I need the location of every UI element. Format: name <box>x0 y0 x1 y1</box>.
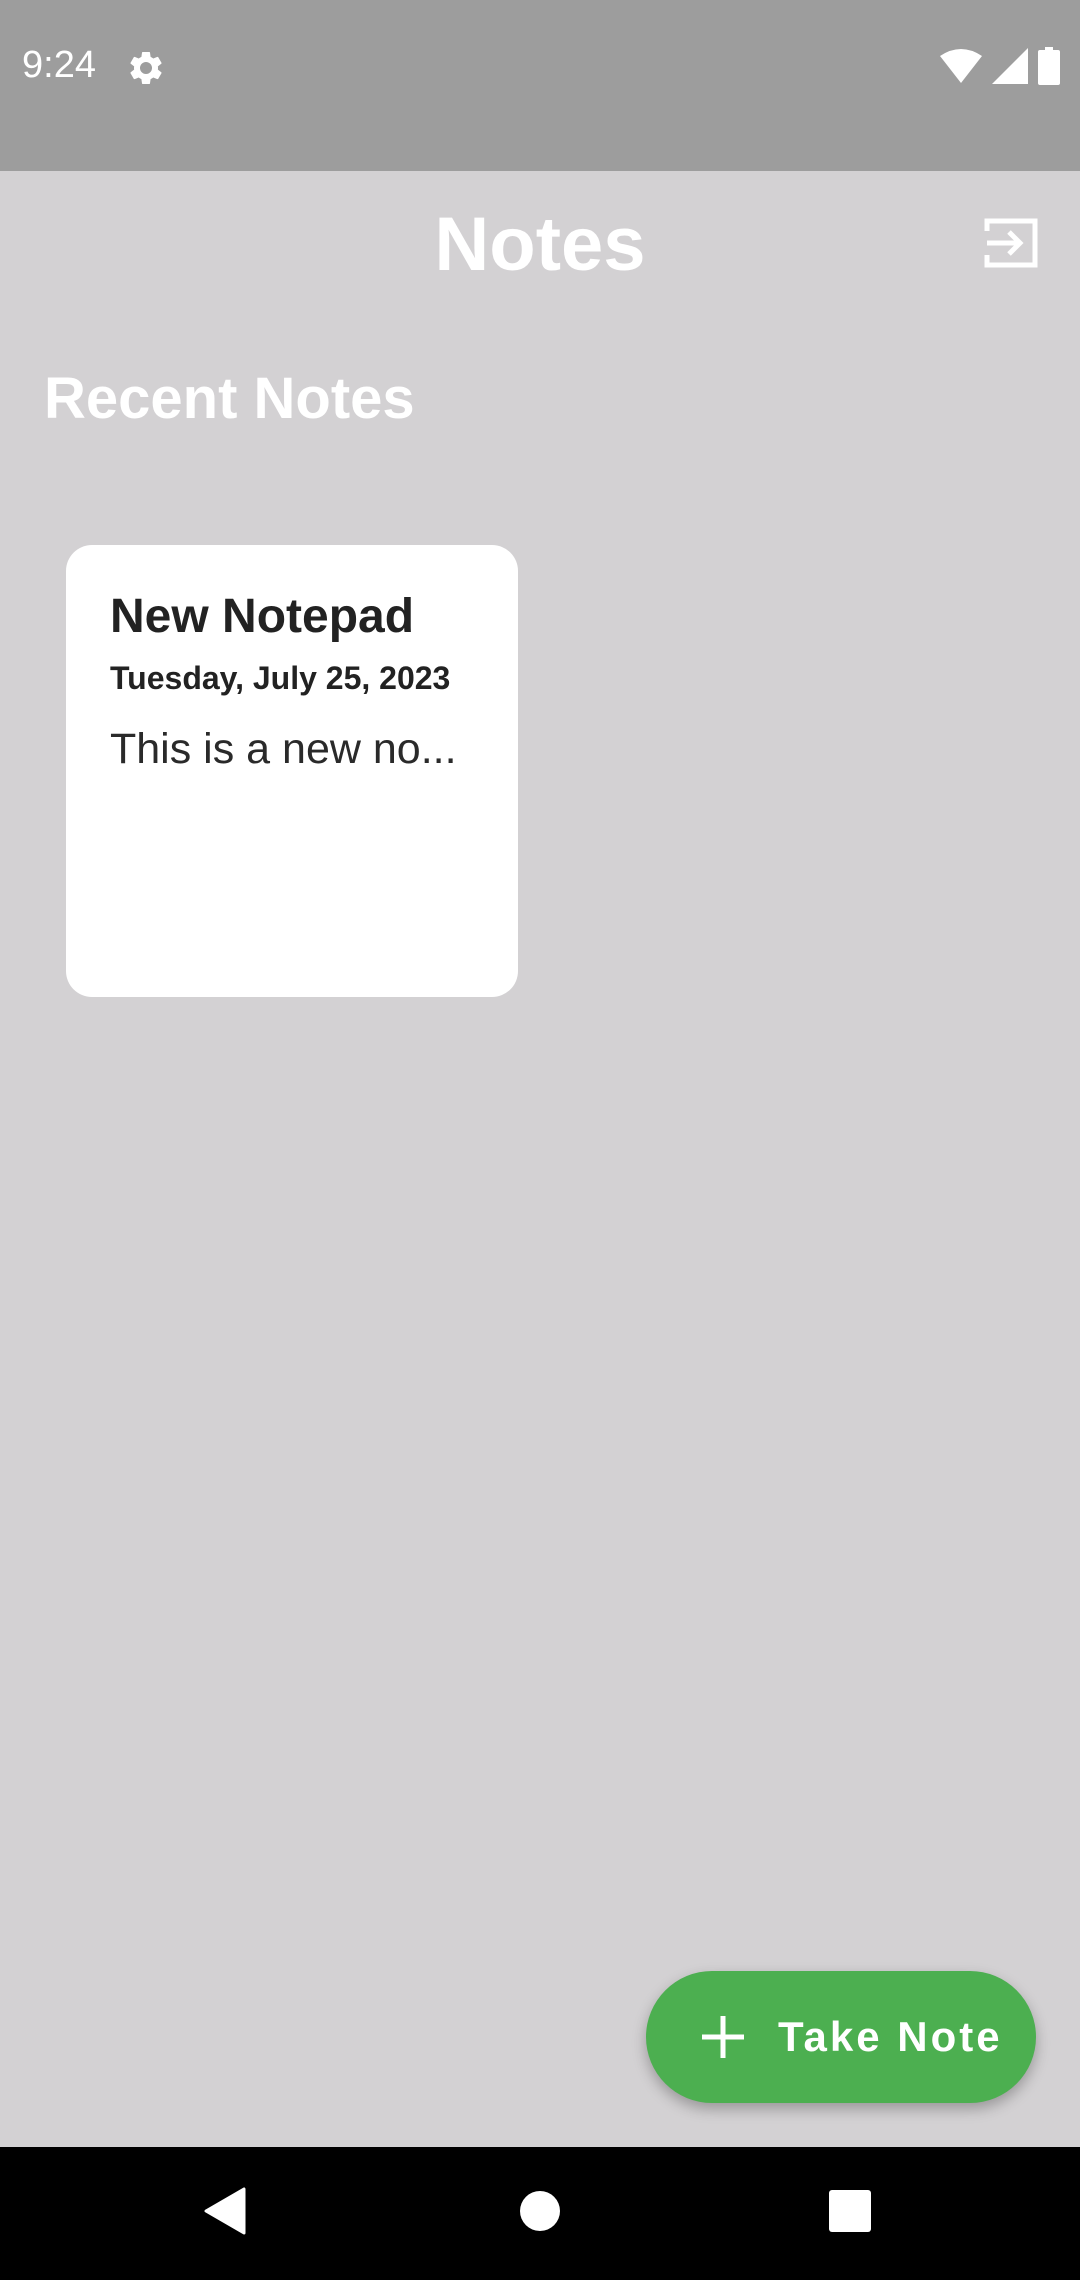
take-note-button[interactable]: Take Note <box>646 1971 1036 2103</box>
battery-icon <box>1038 46 1060 90</box>
wifi-icon <box>940 48 982 89</box>
recents-button[interactable] <box>790 2147 910 2280</box>
home-icon <box>519 2190 561 2237</box>
note-title: New Notepad <box>110 590 415 643</box>
note-preview: This is a new no... <box>110 725 457 773</box>
back-button[interactable] <box>166 2147 286 2280</box>
app-title: Notes <box>434 202 646 287</box>
screen: 9:24 Notes Recent Notes New Notepad Tues… <box>0 0 1080 2280</box>
status-time: 9:24 <box>22 44 96 86</box>
section-title: Recent Notes <box>44 366 415 431</box>
status-bar: 9:24 <box>0 0 1080 171</box>
home-button[interactable] <box>480 2147 600 2280</box>
logout-button[interactable] <box>980 214 1042 276</box>
note-date: Tuesday, July 25, 2023 <box>110 660 451 696</box>
back-icon <box>204 2187 248 2240</box>
settings-icon <box>126 48 166 88</box>
plus-icon <box>700 2014 746 2060</box>
take-note-label: Take Note <box>778 2013 1003 2060</box>
navigation-bar <box>0 2147 1080 2280</box>
logout-icon <box>983 217 1039 274</box>
recents-icon <box>829 2190 871 2237</box>
note-card[interactable]: New Notepad Tuesday, July 25, 2023 This … <box>66 545 518 997</box>
status-icons <box>940 46 1060 90</box>
cell-signal-icon <box>992 47 1028 89</box>
